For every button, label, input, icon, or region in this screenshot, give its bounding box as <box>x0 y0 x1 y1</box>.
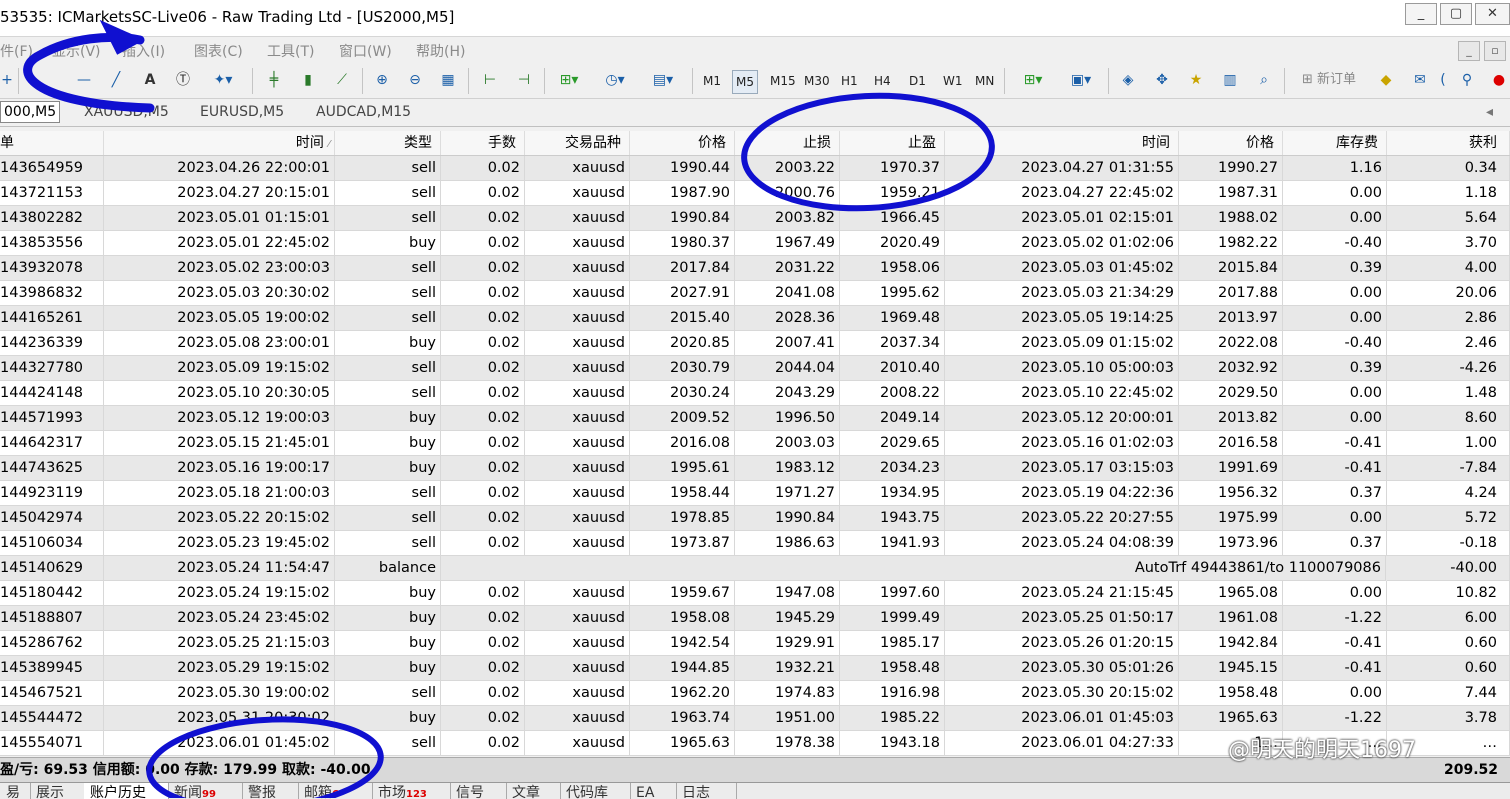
annotation-arrowhead <box>99 19 145 55</box>
watermark: @明天的明天1697 <box>1228 738 1416 763</box>
annotation-overlay <box>23 19 995 798</box>
annotation-circle-sl-tp <box>741 92 995 212</box>
annotation-arrow <box>23 32 155 113</box>
annotation-circle-summary <box>146 716 384 798</box>
